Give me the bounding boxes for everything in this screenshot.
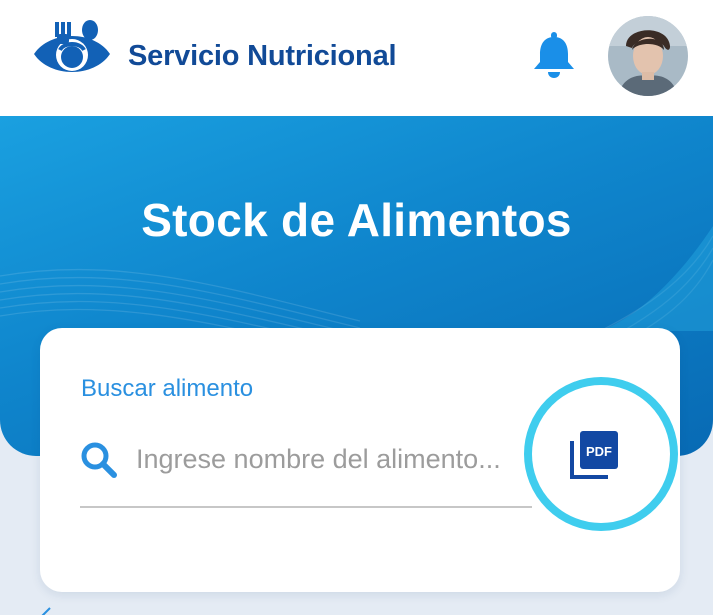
user-avatar[interactable] (608, 16, 688, 96)
pdf-icon[interactable]: PDF (570, 431, 618, 479)
search-input-underline (80, 506, 532, 508)
search-input[interactable] (136, 436, 532, 482)
nutrition-logo-icon (30, 20, 114, 88)
search-field-label: Buscar alimento (81, 375, 254, 402)
search-card: Buscar alimento PDF (40, 328, 680, 592)
bell-icon[interactable] (531, 31, 577, 79)
search-icon[interactable] (80, 441, 118, 479)
svg-text:PDF: PDF (586, 444, 612, 459)
app-title: Servicio Nutricional (128, 40, 397, 72)
page-title: Stock de Alimentos (141, 194, 572, 246)
top-app-bar: Servicio Nutricional (0, 0, 713, 116)
accent-mark (40, 604, 54, 615)
pdf-export-button[interactable]: PDF (524, 377, 678, 531)
